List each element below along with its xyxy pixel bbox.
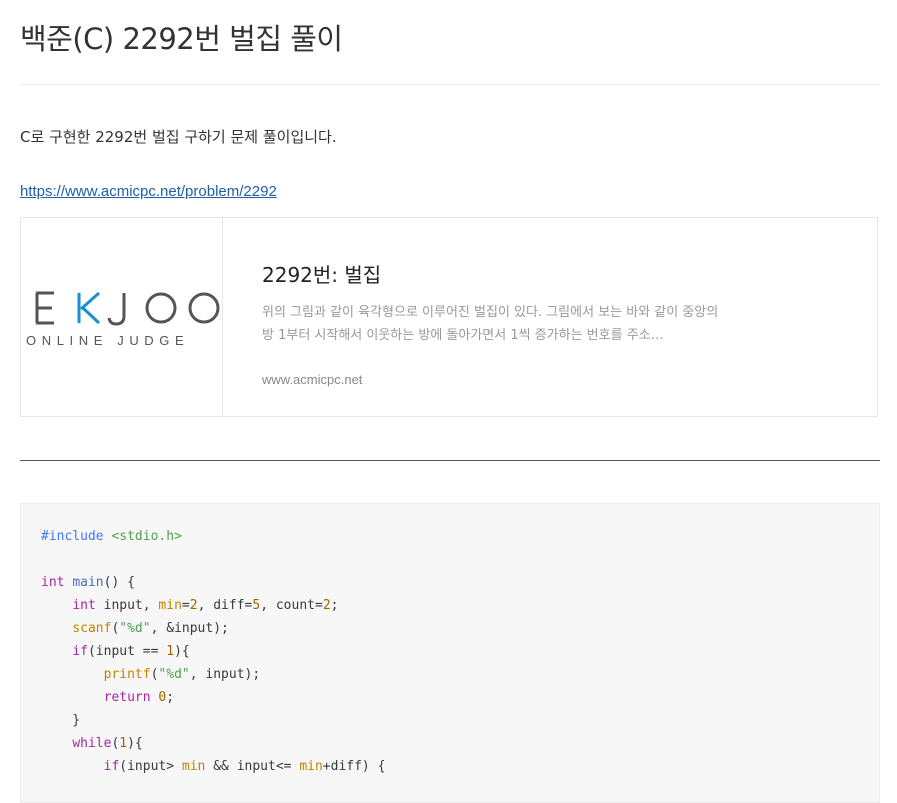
code-token: , input);	[189, 667, 261, 682]
logo-letter-e	[35, 291, 54, 325]
intro-text: C로 구현한 2292번 벌집 구하기 문제 풀이입니다.	[20, 128, 337, 146]
code-token: =	[181, 598, 190, 613]
code-line: scanf("%d", &input);	[41, 617, 385, 640]
code-token: min	[158, 598, 182, 613]
code-token: , count=	[260, 598, 323, 613]
code-token: () {	[103, 575, 135, 590]
section-divider	[20, 460, 880, 461]
card-title[interactable]: 2292번: 벌집	[262, 259, 381, 288]
code-line: }	[41, 709, 385, 732]
code-line: while(1){	[41, 732, 385, 755]
code-line: int input, min=2, diff=5, count=2;	[41, 594, 385, 617]
problem-link[interactable]: https://www.acmicpc.net/problem/2292	[20, 183, 277, 200]
code-token: }	[41, 713, 81, 728]
card-description: 위의 그림과 같이 육각형으로 이루어진 벌집이 있다. 그림에서 보는 바와 …	[262, 305, 719, 343]
code-token: ){	[174, 644, 190, 659]
card-thumbnail: ONLINE JUDGE	[21, 218, 223, 416]
code-token: printf	[103, 667, 151, 682]
logo-subtitle: ONLINE JUDGE	[26, 333, 190, 348]
code-block: #include <stdio.h> int main() { int inpu…	[20, 503, 880, 803]
code-token: min	[181, 759, 206, 774]
logo-letter-o1	[145, 292, 177, 324]
code-token: if	[103, 759, 120, 774]
code-token: "%d"	[158, 667, 190, 682]
page-title: 백준(C) 2292번 벌집 풀이	[20, 22, 343, 56]
code-line: return 0;	[41, 686, 385, 709]
code-token: int	[41, 575, 65, 590]
link-preview-card[interactable]: ONLINE JUDGE 2292번: 벌집 위의 그림과 같이 육각형으로 이…	[20, 217, 878, 417]
code-token: while	[72, 736, 112, 751]
code-token: 2	[189, 598, 198, 613]
code-token: 1	[166, 644, 175, 659]
code-token: "%d"	[119, 621, 151, 636]
code-token: , diff=	[197, 598, 253, 613]
code-token: , &input);	[150, 621, 229, 636]
card-domain: www.acmicpc.net	[262, 372, 363, 387]
boj-logo	[35, 291, 220, 326]
logo-letter-k	[77, 291, 101, 325]
code-token: ){	[127, 736, 143, 751]
logo-letter-o2	[188, 292, 220, 324]
code-token: min	[299, 759, 323, 774]
code-line: int main() {	[41, 571, 385, 594]
code-token: 2	[322, 598, 331, 613]
code-token: return	[103, 690, 151, 705]
code-token: (input>	[119, 759, 182, 774]
code-token: && input<=	[205, 759, 300, 774]
code-token: #include	[41, 529, 112, 544]
title-divider	[20, 84, 880, 85]
code-lines: #include <stdio.h> int main() { int inpu…	[41, 525, 385, 778]
code-token: int	[72, 598, 96, 613]
code-token: ;	[330, 598, 339, 613]
code-line: printf("%d", input);	[41, 663, 385, 686]
code-token: 1	[119, 736, 128, 751]
code-line: if(input == 1){	[41, 640, 385, 663]
code-token: scanf	[72, 621, 112, 636]
code-token: ;	[166, 690, 175, 705]
logo-letter-j	[107, 293, 126, 326]
code-line: if(input> min && input<= min+diff) {	[41, 755, 386, 778]
code-token: (input ==	[87, 644, 167, 659]
code-token: main	[72, 575, 104, 590]
code-token: if	[72, 644, 88, 659]
code-token: 5	[252, 598, 261, 613]
code-token: <stdio.h>	[111, 529, 182, 544]
code-token: input,	[95, 598, 159, 613]
code-token: +diff) {	[322, 759, 386, 774]
code-line: #include <stdio.h>	[41, 525, 385, 548]
